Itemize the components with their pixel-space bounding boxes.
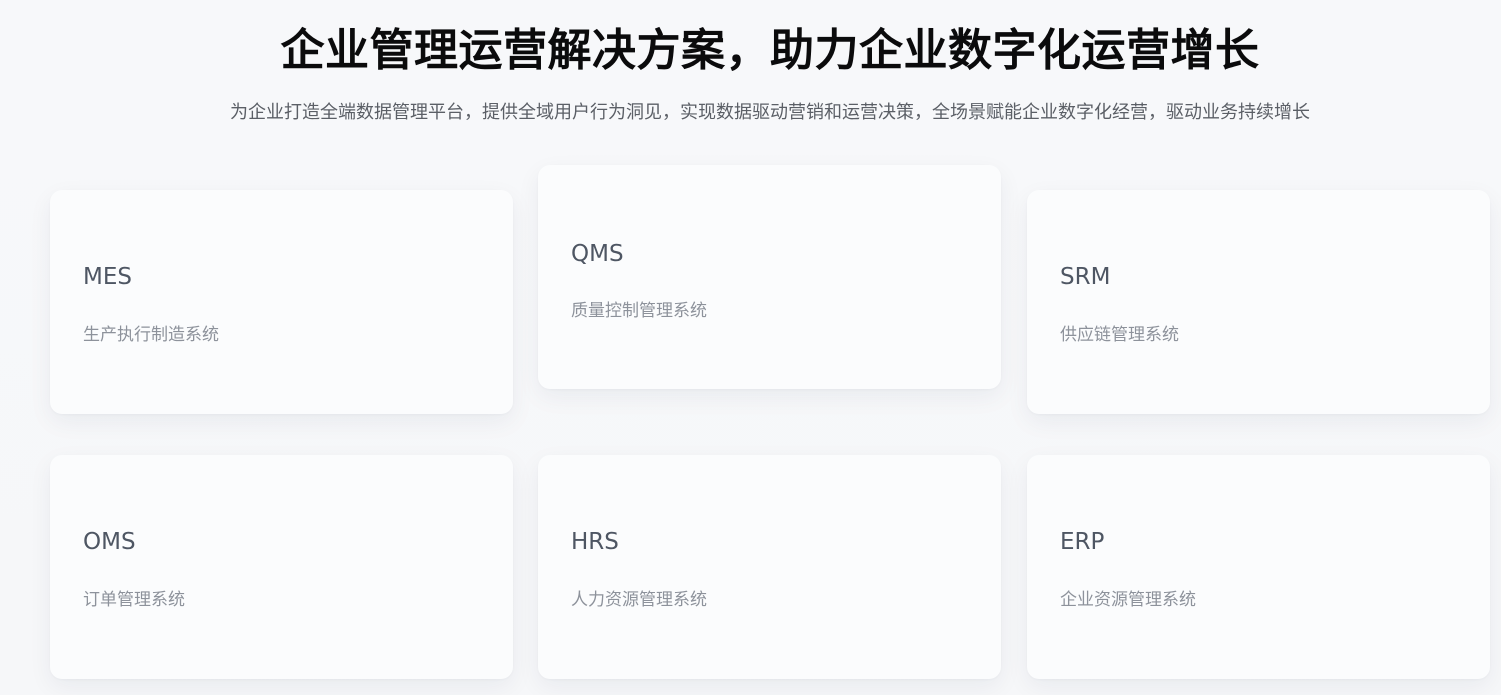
- solution-card-srm[interactable]: SRM 供应链管理系统: [1027, 190, 1490, 414]
- card-description: 企业资源管理系统: [1060, 590, 1196, 610]
- page-subtitle: 为企业打造全端数据管理平台，提供全域用户行为洞见，实现数据驱动营销和运营决策，全…: [230, 102, 1310, 123]
- card-description: 人力资源管理系统: [571, 590, 707, 610]
- card-description: 供应链管理系统: [1060, 325, 1179, 345]
- solutions-section: 企业管理运营解决方案，助力企业数字化运营增长 为企业打造全端数据管理平台，提供全…: [0, 0, 1501, 695]
- card-title: QMS: [571, 241, 624, 267]
- page-title: 企业管理运营解决方案，助力企业数字化运营增长: [280, 25, 1260, 76]
- card-description: 生产执行制造系统: [83, 325, 219, 345]
- solution-card-erp[interactable]: ERP 企业资源管理系统: [1027, 455, 1490, 679]
- solution-card-hrs[interactable]: HRS 人力资源管理系统: [538, 455, 1001, 679]
- solution-card-oms[interactable]: OMS 订单管理系统: [50, 455, 513, 679]
- card-title: HRS: [571, 529, 619, 555]
- card-title: OMS: [83, 529, 136, 555]
- card-title: ERP: [1060, 529, 1105, 555]
- solution-card-mes[interactable]: MES 生产执行制造系统: [50, 190, 513, 414]
- solution-card-qms[interactable]: QMS 质量控制管理系统: [538, 165, 1001, 389]
- card-description: 质量控制管理系统: [571, 301, 707, 321]
- card-description: 订单管理系统: [83, 590, 185, 610]
- card-title: MES: [83, 264, 132, 290]
- card-title: SRM: [1060, 264, 1111, 290]
